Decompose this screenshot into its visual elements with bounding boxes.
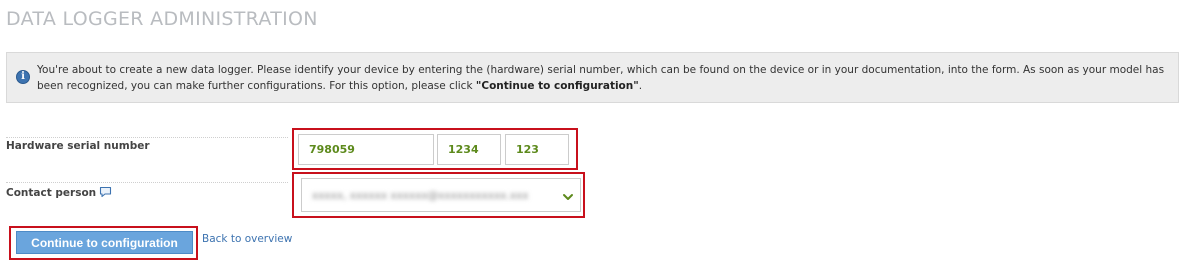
row-divider (6, 137, 288, 138)
serial-number-label: Hardware serial number (6, 140, 150, 152)
page-title: DATA LOGGER ADMINISTRATION (6, 8, 318, 30)
serial-part1-input[interactable] (298, 134, 434, 165)
contact-person-label: Contact person (6, 186, 112, 201)
continue-button-wrapper: Continue to configuration (9, 226, 198, 260)
chevron-down-icon (562, 188, 574, 207)
info-icon: i (16, 70, 30, 84)
info-text-emphasis: "Continue to configuration" (475, 80, 639, 92)
contact-person-select[interactable]: xxxxx, xxxxxx xxxxxx@xxxxxxxxxxx.xxx (301, 178, 581, 212)
back-to-overview-link[interactable]: Back to overview (202, 233, 292, 245)
info-message: You're about to create a new data logger… (37, 62, 1172, 94)
contact-person-value: xxxxx, xxxxxx xxxxxx@xxxxxxxxxxx.xxx (312, 190, 529, 202)
contact-person-label-text: Contact person (6, 187, 97, 199)
serial-part3-input[interactable] (505, 134, 569, 165)
continue-to-configuration-button[interactable]: Continue to configuration (16, 231, 193, 254)
info-box: i You're about to create a new data logg… (6, 52, 1179, 103)
info-text-end: . (638, 80, 643, 92)
serial-part2-input[interactable] (437, 134, 501, 165)
row-divider (6, 182, 288, 183)
comment-icon[interactable] (99, 186, 112, 201)
